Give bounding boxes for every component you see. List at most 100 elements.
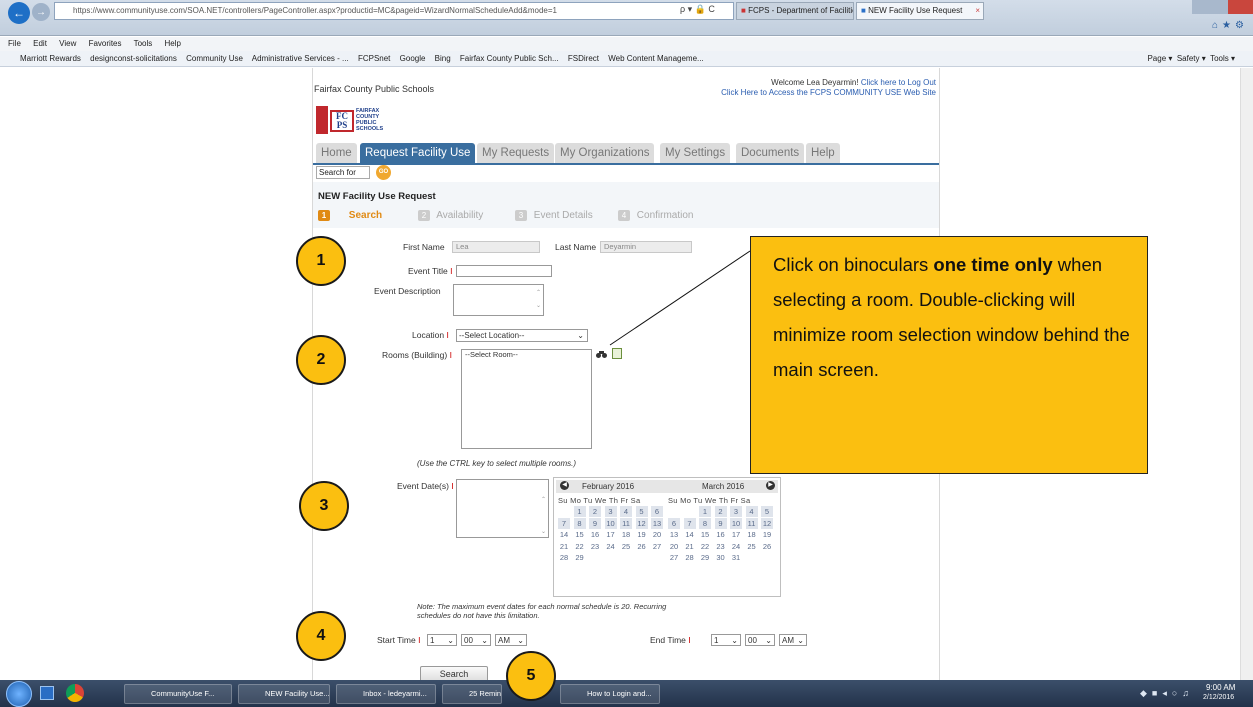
close-window-icon[interactable]: [1228, 0, 1253, 14]
home-star-gear-icons[interactable]: ⌂★⚙: [1212, 20, 1248, 31]
calendar-day[interactable]: 19: [636, 529, 648, 540]
calendar-day[interactable]: 19: [761, 529, 773, 540]
fav-community-use[interactable]: Community Use: [186, 54, 243, 63]
calendar-day[interactable]: 17: [730, 529, 742, 540]
back-button[interactable]: ←: [8, 2, 30, 24]
calendar-day[interactable]: 18: [746, 529, 758, 540]
calendar-day[interactable]: 6: [668, 517, 680, 529]
tab-help[interactable]: Help: [806, 143, 840, 163]
calendar-day[interactable]: 21: [684, 541, 696, 552]
calendar-day[interactable]: 4: [745, 506, 758, 517]
calendar-day[interactable]: 2: [589, 506, 601, 517]
maximize-icon[interactable]: [1210, 0, 1228, 14]
calendar-day[interactable]: 15: [574, 529, 586, 540]
calendar-day[interactable]: 3: [730, 506, 742, 517]
calendar-day[interactable]: 7: [558, 517, 570, 529]
calendar-day[interactable]: 1: [699, 506, 711, 517]
fav-designconst[interactable]: designconst-solicitations: [90, 54, 177, 63]
taskbar-item-how-to-login[interactable]: How to Login and...: [560, 684, 660, 704]
calendar-day[interactable]: 23: [589, 541, 601, 552]
calendar-day[interactable]: 10: [730, 517, 742, 529]
calendar-day[interactable]: 13: [651, 517, 663, 529]
fav-fairfax[interactable]: Fairfax County Public Sch...: [460, 54, 559, 63]
end-hour-select[interactable]: 1 ⌄: [711, 634, 741, 646]
event-title-input[interactable]: [456, 265, 552, 277]
tab-documents[interactable]: Documents: [736, 143, 805, 163]
fav-marriott[interactable]: Marriott Rewards: [20, 54, 81, 63]
calendar-day[interactable]: 25: [746, 541, 758, 552]
calendar-day[interactable]: 20: [668, 541, 680, 552]
start-hour-select[interactable]: 1 ⌄: [427, 634, 457, 646]
calendar-day[interactable]: 15: [699, 529, 711, 540]
calendar-day[interactable]: 28: [684, 552, 696, 563]
calendar-day[interactable]: 29: [699, 552, 711, 563]
calendar-day[interactable]: 21: [558, 541, 570, 552]
calendar-day[interactable]: 11: [620, 517, 632, 529]
tab-my-organizations[interactable]: My Organizations: [555, 143, 655, 163]
go-button[interactable]: GO: [376, 165, 391, 180]
calendar-day[interactable]: 26: [636, 541, 648, 552]
calendar-day[interactable]: 22: [574, 541, 586, 552]
calendar-day[interactable]: 12: [635, 517, 648, 529]
event-dates-listbox[interactable]: ⌃ ⌄: [456, 479, 549, 538]
close-tab-icon[interactable]: ×: [975, 3, 980, 19]
end-minute-select[interactable]: 00 ⌄: [745, 634, 775, 646]
calendar-day[interactable]: 2: [714, 506, 727, 517]
calendar-day[interactable]: 26: [761, 541, 773, 552]
tools-menu[interactable]: Tools ▾: [1210, 54, 1235, 63]
end-ampm-select[interactable]: AM ⌄: [779, 634, 807, 646]
tab-my-requests[interactable]: My Requests: [477, 143, 555, 163]
calendar-day[interactable]: 25: [620, 541, 632, 552]
calendar-day[interactable]: 27: [651, 541, 663, 552]
fav-fsdirect[interactable]: FSDirect: [568, 54, 599, 63]
location-select[interactable]: --Select Location-- ⌄: [456, 329, 588, 342]
calendar-day[interactable]: 24: [730, 541, 742, 552]
vertical-scrollbar[interactable]: [1240, 68, 1253, 680]
taskbar-item-communityuse[interactable]: CommunityUse F...: [124, 684, 232, 704]
tab-request-facility-use[interactable]: Request Facility Use: [360, 143, 476, 163]
safety-menu[interactable]: Safety ▾: [1177, 54, 1206, 63]
forward-button[interactable]: →: [32, 3, 50, 21]
search-input[interactable]: Search for: [316, 166, 370, 179]
calendar-day[interactable]: 22: [699, 541, 711, 552]
fav-bing[interactable]: Bing: [435, 54, 451, 63]
minimize-icon[interactable]: [1192, 0, 1210, 14]
calendar-day[interactable]: 13: [668, 529, 680, 540]
binoculars-icon[interactable]: [596, 351, 608, 359]
calendar-day[interactable]: 14: [558, 529, 570, 540]
menu-help[interactable]: Help: [165, 39, 181, 48]
tab-my-settings[interactable]: My Settings: [660, 143, 731, 163]
calendar-day[interactable]: 23: [715, 541, 727, 552]
calendar-day[interactable]: 4: [620, 506, 632, 517]
calendar-day[interactable]: 3: [604, 506, 617, 517]
calendar-day[interactable]: 14: [684, 529, 696, 540]
menu-edit[interactable]: Edit: [33, 39, 47, 48]
calendar-day[interactable]: 24: [605, 541, 617, 552]
calendar-day[interactable]: 16: [589, 529, 601, 540]
fav-fcpsnet[interactable]: FCPSnet: [358, 54, 390, 63]
event-description-textarea[interactable]: ⌃ ⌄: [453, 284, 544, 316]
taskbar-item-inbox[interactable]: Inbox - ledeyarmi...: [336, 684, 436, 704]
calendar-day[interactable]: 10: [604, 517, 617, 529]
fav-google[interactable]: Google: [400, 54, 426, 63]
chrome-icon[interactable]: [66, 684, 84, 702]
prev-month-icon[interactable]: ◀: [560, 481, 569, 490]
page-menu[interactable]: Page ▾: [1147, 54, 1172, 63]
start-minute-select[interactable]: 00 ⌄: [461, 634, 491, 646]
tab-new-facility-request[interactable]: ■ NEW Facility Use Request ×: [856, 2, 984, 20]
logout-link[interactable]: Click here to Log Out: [861, 78, 936, 87]
calendar-day[interactable]: 18: [620, 529, 632, 540]
calendar-day[interactable]: 11: [745, 517, 758, 529]
calendar-day[interactable]: 8: [699, 517, 711, 529]
calendar-day[interactable]: 5: [635, 506, 648, 517]
show-desktop-icon[interactable]: [40, 686, 54, 700]
calendar-day[interactable]: 7: [683, 517, 696, 529]
next-month-icon[interactable]: ▶: [766, 481, 775, 490]
start-ampm-select[interactable]: AM ⌄: [495, 634, 527, 646]
fav-admin-services[interactable]: Administrative Services - ...: [252, 54, 349, 63]
calendar-day[interactable]: 29: [574, 552, 586, 563]
menu-view[interactable]: View: [59, 39, 76, 48]
calendar-day[interactable]: 30: [715, 552, 727, 563]
clock-time[interactable]: 9:00 AM: [1206, 683, 1235, 692]
address-actions[interactable]: ρ ▾ 🔒 C: [680, 4, 715, 15]
